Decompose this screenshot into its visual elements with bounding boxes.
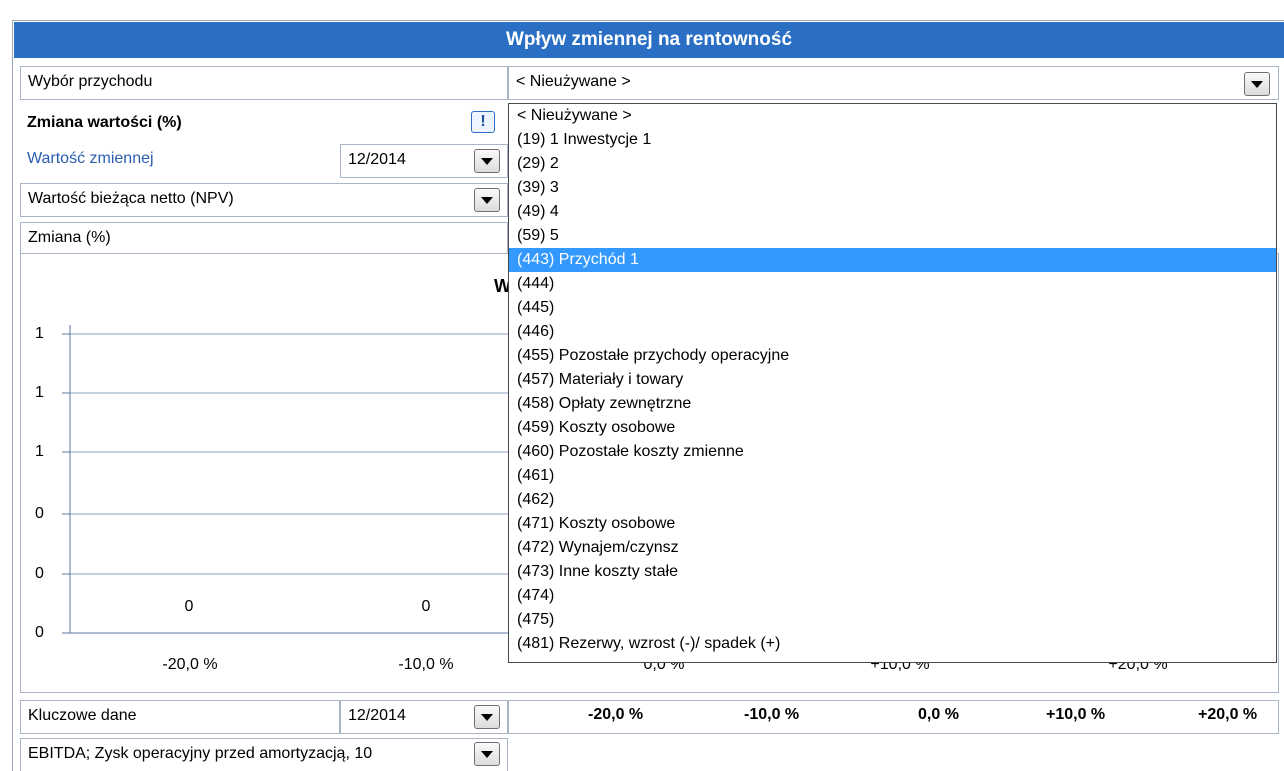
- dropdown-option[interactable]: (459) Koszty osobowe: [509, 416, 1276, 440]
- y-tick: 1: [35, 443, 44, 460]
- key-data-metric: EBITDA; Zysk operacyjny przed amortyzacj…: [28, 745, 373, 762]
- key-data-metric-select[interactable]: EBITDA; Zysk operacyjny przed amortyzacj…: [20, 738, 508, 771]
- dropdown-option[interactable]: (471) Koszty osobowe: [509, 512, 1276, 536]
- dropdown-option[interactable]: (49) 4: [509, 200, 1276, 224]
- dropdown-option[interactable]: (29) 2: [509, 152, 1276, 176]
- x-tick: -10,0 %: [398, 656, 454, 673]
- y-tick: 0: [35, 624, 44, 641]
- key-data-date-dropdown-icon[interactable]: [474, 705, 500, 729]
- key-data-header: -10,0 %: [744, 706, 800, 723]
- key-data-header: -20,0 %: [588, 706, 644, 723]
- dropdown-option[interactable]: (455) Pozostałe przychody operacyjne: [509, 344, 1276, 368]
- data-label: 0: [421, 598, 431, 615]
- dropdown-option[interactable]: (473) Inne koszty stałe: [509, 560, 1276, 584]
- dropdown-option[interactable]: (59) 5: [509, 224, 1276, 248]
- dropdown-option[interactable]: (19) 1 Inwestycje 1: [509, 128, 1276, 152]
- key-data-label: Kluczowe dane: [20, 700, 340, 734]
- y-tick: 0: [35, 565, 44, 582]
- dropdown-option[interactable]: < Nieużywane >: [509, 104, 1276, 128]
- dropdown-option[interactable]: (445): [509, 296, 1276, 320]
- dropdown-option[interactable]: (460) Pozostałe koszty zmienne: [509, 440, 1276, 464]
- y-tick: 0: [35, 505, 44, 522]
- dropdown-option[interactable]: (457) Materiały i towary: [509, 368, 1276, 392]
- dropdown-option[interactable]: (472) Wynajem/czynsz: [509, 536, 1276, 560]
- x-tick: -20,0 %: [162, 656, 218, 673]
- key-data-header: +20,0 %: [1198, 706, 1258, 723]
- y-tick: 1: [35, 384, 44, 401]
- dropdown-option[interactable]: (39) 3: [509, 176, 1276, 200]
- y-tick: 1: [35, 325, 44, 342]
- dropdown-option[interactable]: (443) Przychód 1: [509, 248, 1276, 272]
- key-data-header: 0,0 %: [918, 706, 959, 723]
- dropdown-option[interactable]: (444): [509, 272, 1276, 296]
- key-data-header: +10,0 %: [1046, 706, 1106, 723]
- data-label: 0: [184, 598, 194, 615]
- dropdown-option[interactable]: (481) Rezerwy, wzrost (-)/ spadek (+): [509, 632, 1276, 656]
- dropdown-option[interactable]: (462): [509, 488, 1276, 512]
- key-data-metric-dropdown-icon[interactable]: [474, 742, 500, 766]
- income-dropdown-list[interactable]: < Nieużywane > (19) 1 Inwestycje 1 (29) 2(…: [508, 103, 1277, 663]
- dropdown-option[interactable]: (461): [509, 464, 1276, 488]
- dropdown-option[interactable]: (475): [509, 608, 1276, 632]
- dropdown-option[interactable]: (458) Opłaty zewnętrzne: [509, 392, 1276, 416]
- dropdown-option[interactable]: (446): [509, 320, 1276, 344]
- key-data-date: 12/2014: [348, 707, 406, 724]
- dropdown-option[interactable]: (474): [509, 584, 1276, 608]
